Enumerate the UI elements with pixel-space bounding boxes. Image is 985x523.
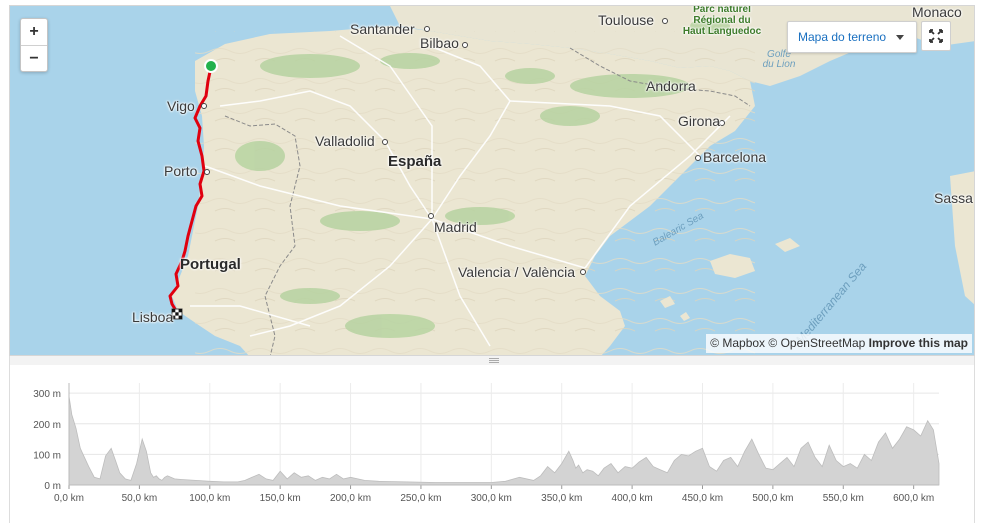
finish-marker	[171, 308, 183, 320]
city-dot	[662, 18, 668, 24]
map-label-girona: Girona	[678, 113, 721, 129]
city-dot	[204, 169, 210, 175]
expand-icon	[929, 29, 943, 43]
map-label-santander: Santander	[350, 21, 415, 37]
elevation-chart: 300 m 200 m 100 m 0 m0,0 km 50,0 km 100,0 km 1…	[33, 383, 940, 504]
elevation-area	[68, 396, 940, 486]
city-dot	[462, 42, 468, 48]
map-label-bilbao: Bilbao	[420, 35, 459, 51]
improve-map-link[interactable]: Improve this map	[869, 336, 968, 350]
panel-resize-handle[interactable]	[9, 356, 975, 365]
map-label-toulouse: Toulouse	[598, 12, 655, 28]
map-label-porto: Porto	[164, 163, 198, 179]
route-map[interactable]: Santander Bilbao Toulouse Monaco Parc na…	[9, 5, 975, 356]
map-label-barcelona: Barcelona	[703, 149, 767, 165]
y-tick-label: 100 m	[33, 450, 61, 461]
x-tick-label: 300,0 km	[471, 493, 512, 504]
map-label-monaco: Monaco	[912, 5, 962, 20]
map-label-park: Parc naturel Régional du Haut Languedoc	[682, 5, 762, 37]
y-tick-label: 300 m	[33, 389, 61, 400]
x-tick-label: 350,0 km	[541, 493, 582, 504]
city-dot	[382, 139, 388, 145]
map-label-valencia: Valencia / València	[458, 264, 575, 280]
x-tick-label: 400,0 km	[612, 493, 653, 504]
x-tick-label: 50,0 km	[122, 493, 158, 504]
map-label-sassari: Sassa	[934, 190, 973, 206]
x-tick-label: 200,0 km	[330, 493, 371, 504]
x-tick-label: 500,0 km	[752, 493, 793, 504]
grip-icon	[489, 358, 499, 363]
y-tick-label: 200 m	[33, 420, 61, 431]
map-label-andorra: Andorra	[646, 78, 696, 94]
map-label-madrid: Madrid	[434, 219, 477, 235]
map-label-lisboa: Lisboa	[132, 309, 174, 325]
x-tick-label: 100,0 km	[189, 493, 230, 504]
zoom-out-button[interactable]: −	[21, 45, 47, 71]
map-label-espana: España	[388, 153, 442, 170]
map-label-valladolid: Valladolid	[315, 133, 375, 149]
x-tick-label: 450,0 km	[682, 493, 723, 504]
zoom-control: + −	[20, 18, 48, 72]
city-dot	[695, 155, 701, 161]
elevation-profile[interactable]: 300 m 200 m 100 m 0 m 0,0 km 50,0 km 100,0 km 1…	[9, 365, 975, 523]
map-label-portugal: Portugal	[180, 256, 241, 273]
city-dot	[580, 269, 586, 275]
y-tick-label: 0 m	[44, 481, 61, 492]
x-tick-label: 0,0 km	[54, 493, 84, 504]
x-tick-label: 550,0 km	[823, 493, 864, 504]
x-tick-label: 250,0 km	[400, 493, 441, 504]
city-dot	[424, 26, 430, 32]
attribution-mapbox-link[interactable]: © Mapbox	[710, 336, 765, 350]
route-viewer: Santander Bilbao Toulouse Monaco Parc na…	[0, 0, 985, 523]
x-tick-label: 600,0 km	[893, 493, 934, 504]
attribution-osm-link[interactable]: © OpenStreetMap	[768, 336, 865, 350]
map-attribution: © Mapbox © OpenStreetMap Improve this ma…	[706, 334, 972, 353]
map-type-dropdown[interactable]: Mapa do terreno	[787, 21, 917, 53]
city-dot	[201, 103, 207, 109]
map-label-vigo: Vigo	[167, 98, 195, 114]
x-tick-label: 150,0 km	[260, 493, 301, 504]
chevron-down-icon	[896, 35, 904, 40]
map-label-golfe-du-lion: Golfe du Lion	[762, 49, 796, 70]
fullscreen-button[interactable]	[921, 21, 951, 51]
start-marker	[204, 59, 218, 73]
zoom-in-button[interactable]: +	[21, 19, 47, 45]
map-type-label: Mapa do terreno	[798, 30, 887, 44]
